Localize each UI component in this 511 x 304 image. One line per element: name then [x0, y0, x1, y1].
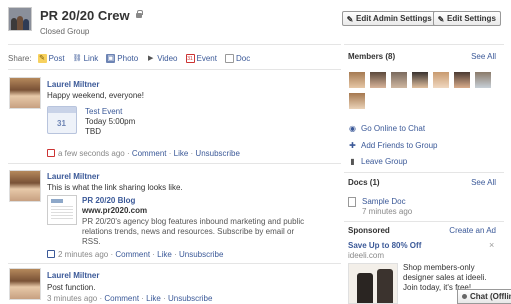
docs-see-all-link[interactable]: See All [471, 178, 496, 187]
link-url: www.pr2020.com [82, 206, 148, 215]
pencil-icon: ✎ [346, 15, 354, 24]
members-see-all-link[interactable]: See All [471, 52, 496, 61]
event-title[interactable]: Test Event [85, 107, 122, 116]
post-icon: ✎ [37, 53, 47, 63]
share-event[interactable]: 31 Event [185, 53, 217, 63]
post-meta: 2 minutes ago · Comment · Like · Unsubsc… [47, 250, 223, 259]
ad-title[interactable]: Save Up to 80% Off [348, 241, 421, 250]
event-icon: 31 [185, 53, 195, 63]
post-meta: a few seconds ago · Comment · Like · Uns… [47, 149, 240, 158]
create-ad-link[interactable]: Create an Ad [449, 226, 496, 235]
leave-group-link[interactable]: ▮ Leave Group [348, 157, 407, 166]
go-online-to-chat-link[interactable]: ◉ Go Online to Chat [348, 124, 425, 133]
add-friends-link[interactable]: ✚ Add Friends to Group [348, 141, 437, 150]
avatar[interactable] [9, 170, 41, 202]
doc-title[interactable]: Sample Doc [362, 197, 406, 206]
doc-icon [348, 197, 356, 207]
edit-settings-button[interactable]: ✎ Edit Settings [433, 11, 501, 26]
members-title: Members (8) [348, 52, 396, 61]
like-link[interactable]: Like [146, 294, 161, 303]
event-time: Today 5:00pm [85, 117, 136, 126]
link-icon [47, 250, 55, 258]
post-author[interactable]: Laurel Miltner [47, 271, 99, 280]
docs-title: Docs (1) [348, 178, 380, 187]
pencil-icon: ✎ [437, 15, 445, 24]
divider [8, 263, 341, 264]
close-icon[interactable]: × [489, 240, 494, 250]
link-description: PR 20/20's agency blog features inbound … [82, 217, 305, 246]
share-bar: Share: ✎ Post ⛓ Link ▣ Photo ▶ Video 31 … [8, 52, 258, 64]
post-text: This is what the link sharing looks like… [47, 183, 183, 192]
divider [344, 172, 504, 173]
comment-link[interactable]: Comment [115, 250, 150, 259]
member-avatar[interactable] [432, 71, 450, 89]
sponsored-title: Sponsored [348, 226, 390, 235]
post-text: Post function. [47, 283, 96, 292]
share-photo[interactable]: ▣ Photo [106, 53, 138, 63]
group-picture[interactable] [8, 7, 32, 31]
share-post[interactable]: ✎ Post [37, 53, 65, 63]
leave-icon: ▮ [350, 157, 355, 166]
post-time[interactable]: 2 minutes ago [58, 250, 108, 259]
avatar[interactable] [9, 77, 41, 109]
member-avatar[interactable] [348, 92, 366, 110]
divider [344, 221, 504, 222]
group-privacy: Closed Group [40, 27, 90, 36]
post-author[interactable]: Laurel Miltner [47, 80, 99, 89]
share-doc[interactable]: Doc [224, 53, 250, 63]
post-time[interactable]: a few seconds ago [58, 149, 125, 158]
member-avatar[interactable] [390, 71, 408, 89]
unsubscribe-link[interactable]: Unsubscribe [179, 250, 223, 259]
doc-icon [224, 53, 234, 63]
post-time[interactable]: 3 minutes ago [47, 294, 97, 303]
chat-icon: ◉ [349, 124, 356, 133]
ad-image[interactable] [348, 263, 398, 304]
post-meta: 3 minutes ago · Comment · Like · Unsubsc… [47, 294, 213, 303]
lock-icon [136, 10, 143, 18]
doc-time: 7 minutes ago [362, 207, 413, 216]
photo-icon: ▣ [106, 53, 116, 63]
unsubscribe-link[interactable]: Unsubscribe [195, 149, 239, 158]
comment-link[interactable]: Comment [132, 149, 167, 158]
event-icon [47, 149, 55, 157]
like-link[interactable]: Like [174, 149, 189, 158]
like-link[interactable]: Like [157, 250, 172, 259]
member-avatar[interactable] [474, 71, 492, 89]
avatar[interactable] [9, 268, 41, 300]
member-avatar[interactable] [453, 71, 471, 89]
member-avatar[interactable] [348, 71, 366, 89]
ad-domain: ideeli.com [348, 251, 385, 260]
status-dot-icon [462, 294, 467, 299]
edit-admin-settings-button[interactable]: ✎ Edit Admin Settings [342, 11, 437, 26]
divider [8, 44, 341, 45]
post-author[interactable]: Laurel Miltner [47, 172, 99, 181]
event-location: TBD [85, 127, 101, 136]
link-title[interactable]: PR 20/20 Blog [82, 196, 135, 205]
chat-bar-button[interactable]: Chat (Offline) [457, 289, 511, 304]
calendar-icon: 31 [57, 119, 66, 128]
share-video[interactable]: ▶ Video [146, 54, 178, 63]
group-title[interactable]: PR 20/20 Crew [40, 8, 130, 23]
post-text: Happy weekend, everyone! [47, 91, 144, 100]
link-thumbnail[interactable] [47, 195, 77, 225]
divider [8, 69, 341, 70]
add-friend-icon: ✚ [349, 141, 356, 150]
divider [8, 163, 341, 164]
member-avatar[interactable] [369, 71, 387, 89]
video-icon: ▶ [147, 54, 154, 62]
comment-link[interactable]: Comment [104, 294, 139, 303]
share-link[interactable]: ⛓ Link [73, 54, 99, 63]
unsubscribe-link[interactable]: Unsubscribe [168, 294, 212, 303]
link-icon: ⛓ [72, 54, 82, 62]
event-thumbnail[interactable]: 31 [47, 106, 77, 134]
member-avatar[interactable] [411, 71, 429, 89]
divider [344, 44, 504, 45]
share-label: Share: [8, 53, 32, 63]
